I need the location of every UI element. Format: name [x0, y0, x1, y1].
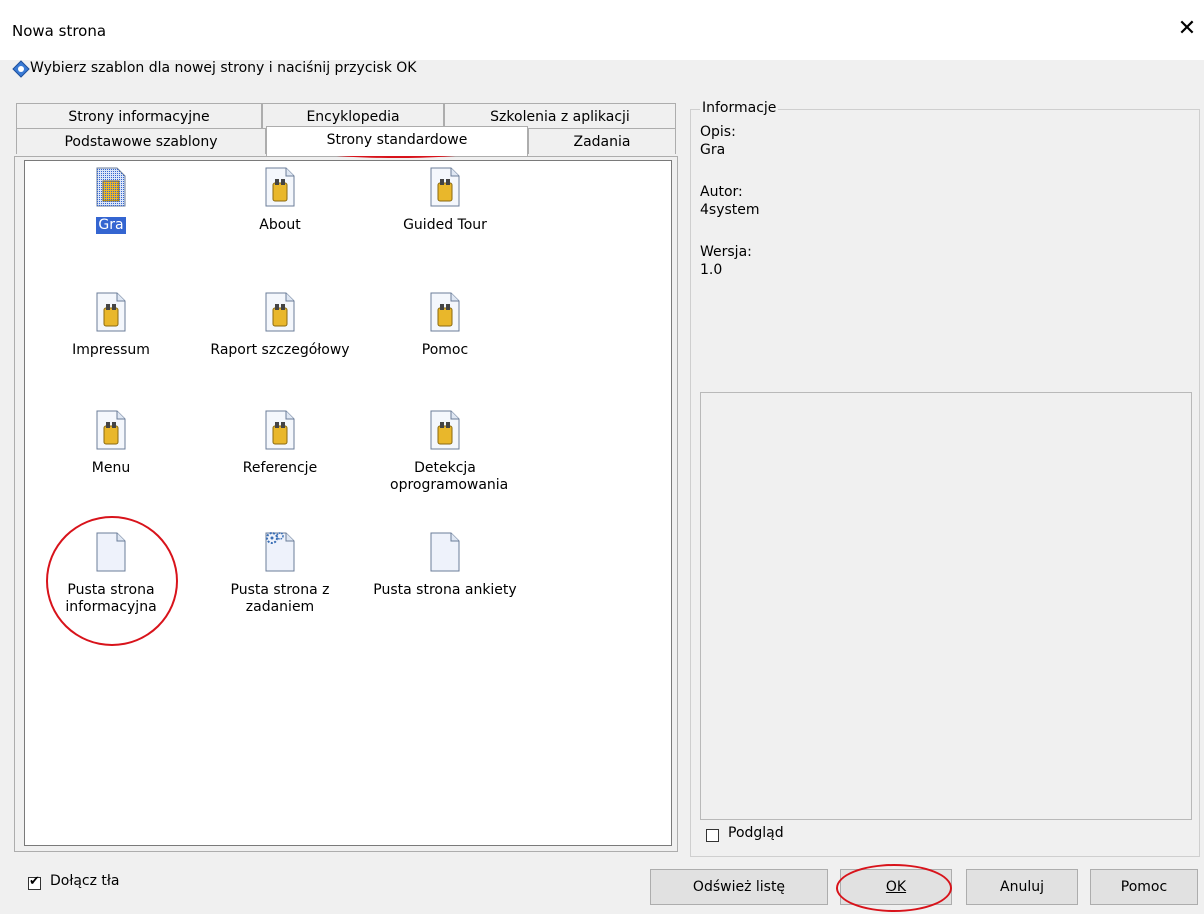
- template-item-pomoc[interactable]: Pomoc: [370, 292, 520, 359]
- template-item-pusta-strona-informacyjna[interactable]: Pusta strona informacyjna: [36, 532, 186, 616]
- author-label: Autor:: [700, 184, 743, 200]
- template-item-raport-szczegolowy[interactable]: Raport szczegółowy: [205, 292, 355, 359]
- template-item-pusta-strona-ankiety[interactable]: Pusta strona ankiety: [370, 532, 520, 599]
- preview-area: [700, 392, 1192, 820]
- attach-bg-label: Dołącz tła: [50, 873, 120, 889]
- template-page-icon: [430, 167, 460, 207]
- info-diamond-icon: [12, 60, 30, 78]
- template-item-detekcja-oprogramowania[interactable]: Detekcja oprogramowania: [370, 410, 520, 494]
- template-label: Pusta strona ankiety: [373, 582, 517, 598]
- tab-strony-informacyjne[interactable]: Strony informacyjne: [16, 103, 262, 129]
- template-item-gra[interactable]: Gra: [36, 167, 186, 234]
- help-button[interactable]: Pomoc: [1090, 869, 1198, 905]
- template-label: Menu: [91, 460, 131, 476]
- template-list[interactable]: [24, 160, 672, 846]
- template-label: Guided Tour: [403, 217, 487, 233]
- cancel-button[interactable]: Anuluj: [966, 869, 1078, 905]
- ok-button[interactable]: OK: [840, 869, 952, 905]
- template-item-impressum[interactable]: Impressum: [36, 292, 186, 359]
- tab-zadania[interactable]: Zadania: [528, 128, 676, 154]
- tab-strony-standardowe[interactable]: Strony standardowe: [266, 126, 528, 156]
- template-page-icon: [96, 167, 126, 207]
- template-label: Pusta strona z zadaniem: [230, 582, 330, 615]
- version-label: Wersja:: [700, 244, 752, 260]
- preview-checkbox[interactable]: [706, 829, 719, 842]
- template-label: Detekcja oprogramowania: [390, 460, 509, 493]
- template-item-about[interactable]: About: [205, 167, 355, 234]
- blank-page-icon: [96, 532, 126, 572]
- template-page-icon: [430, 292, 460, 332]
- blank-page-gear-icon: [265, 532, 295, 572]
- template-item-guided-tour[interactable]: Guided Tour: [370, 167, 520, 234]
- preview-label: Podgląd: [728, 825, 784, 841]
- window-title: Nowa strona: [12, 22, 107, 40]
- template-page-icon: [265, 292, 295, 332]
- instruction-text: Wybierz szablon dla nowej strony i naciś…: [30, 60, 417, 76]
- template-label: About: [259, 217, 301, 233]
- refresh-list-button[interactable]: Odśwież listę: [650, 869, 828, 905]
- template-label: Impressum: [72, 342, 150, 358]
- title-bar: [0, 0, 1204, 60]
- template-label: Pomoc: [421, 342, 469, 358]
- desc-value: Gra: [700, 142, 726, 158]
- template-page-icon: [96, 292, 126, 332]
- blank-page-icon: [430, 532, 460, 572]
- template-label: Referencje: [242, 460, 318, 476]
- author-value: 4system: [700, 202, 760, 218]
- template-page-icon: [265, 410, 295, 450]
- close-icon[interactable]: ✕: [1176, 18, 1198, 40]
- template-page-icon: [265, 167, 295, 207]
- tab-podstawowe-szablony[interactable]: Podstawowe szablony: [16, 128, 266, 154]
- template-label: Gra: [96, 217, 126, 234]
- desc-label: Opis:: [700, 124, 736, 140]
- info-legend: Informacje: [700, 100, 779, 116]
- template-item-menu[interactable]: Menu: [36, 410, 186, 477]
- template-page-icon: [430, 410, 460, 450]
- template-item-referencje[interactable]: Referencje: [205, 410, 355, 477]
- template-item-pusta-strona-z-zadaniem[interactable]: Pusta strona z zadaniem: [205, 532, 355, 616]
- template-label: Raport szczegółowy: [210, 342, 350, 358]
- template-label: Pusta strona informacyjna: [65, 582, 157, 615]
- version-value: 1.0: [700, 262, 723, 278]
- template-page-icon: [96, 410, 126, 450]
- attach-bg-checkbox[interactable]: [28, 874, 41, 890]
